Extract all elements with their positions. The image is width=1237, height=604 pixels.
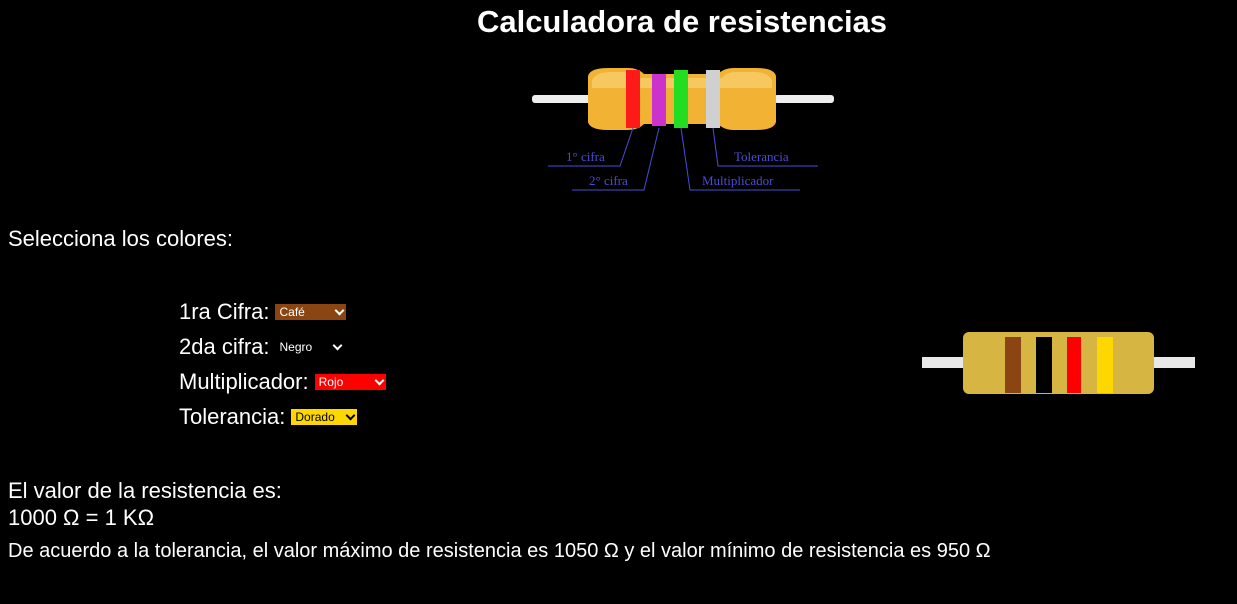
page: Calculadora de resistencias 1° cifra 2° … [0,0,1237,604]
tolerance-select-value: Dorado [295,409,335,424]
band-color-form: 1ra Cifra: Café 2da cifra: Negro Multipl… [179,294,386,434]
form-row-tolerance: Tolerancia: Dorado [179,399,386,434]
result-label: El valor de la resistencia es: [8,478,282,503]
preview-band-digit2 [1036,337,1052,393]
diagram-band-first-digit [626,70,640,128]
tolerance-label: Tolerancia: [179,403,286,429]
multiplier-label: Multiplicador: [179,368,309,394]
digit2-select-value: Negro [279,339,313,354]
preview-band-tolerance [1097,337,1113,393]
form-row-digit2: 2da cifra: Negro [179,329,386,364]
resistor-diagram: 1° cifra 2° cifra Tolerancia Multiplicad… [532,68,834,191]
form-row-digit1: 1ra Cifra: Café [179,294,386,329]
tolerance-select[interactable]: Dorado [291,408,358,425]
resistor-preview-body [963,332,1154,394]
multiplier-select[interactable]: Rojo [314,373,386,390]
preview-band-multiplier [1067,337,1081,393]
diagram-label-second-digit: 2° cifra [589,173,628,188]
diagram-label-first-digit: 1° cifra [566,149,605,164]
result-value: 1000 Ω = 1 KΩ [8,505,155,530]
select-colors-prompt: Selecciona los colores: [8,226,234,251]
diagram-band-tolerance [706,70,720,128]
chevron-down-icon [335,305,345,315]
digit1-label: 1ra Cifra: [179,298,270,324]
diagram-band-second-digit [652,74,666,126]
digit1-select-value: Café [279,304,305,319]
resistor-preview [922,330,1196,396]
page-title: Calculadora de resistencias [476,4,888,39]
digit1-select[interactable]: Café [275,303,347,320]
preview-band-digit1 [1005,337,1021,393]
form-row-multiplier: Multiplicador: Rojo [179,364,386,399]
tolerance-range-text: De acuerdo a la tolerancia, el valor máx… [8,540,991,562]
chevron-down-icon [374,375,385,385]
diagram-label-tolerance: Tolerancia [734,149,789,164]
diagram-right-lead [774,95,834,103]
diagram-label-multiplier: Multiplicador [702,173,774,188]
digit2-select[interactable]: Negro [275,338,344,355]
diagram-left-lead [532,95,592,103]
multiplier-select-value: Rojo [318,374,344,389]
chevron-down-icon [332,340,342,350]
digit2-label: 2da cifra: [179,333,270,359]
chevron-down-icon [345,410,356,420]
diagram-band-multiplier [674,70,688,128]
